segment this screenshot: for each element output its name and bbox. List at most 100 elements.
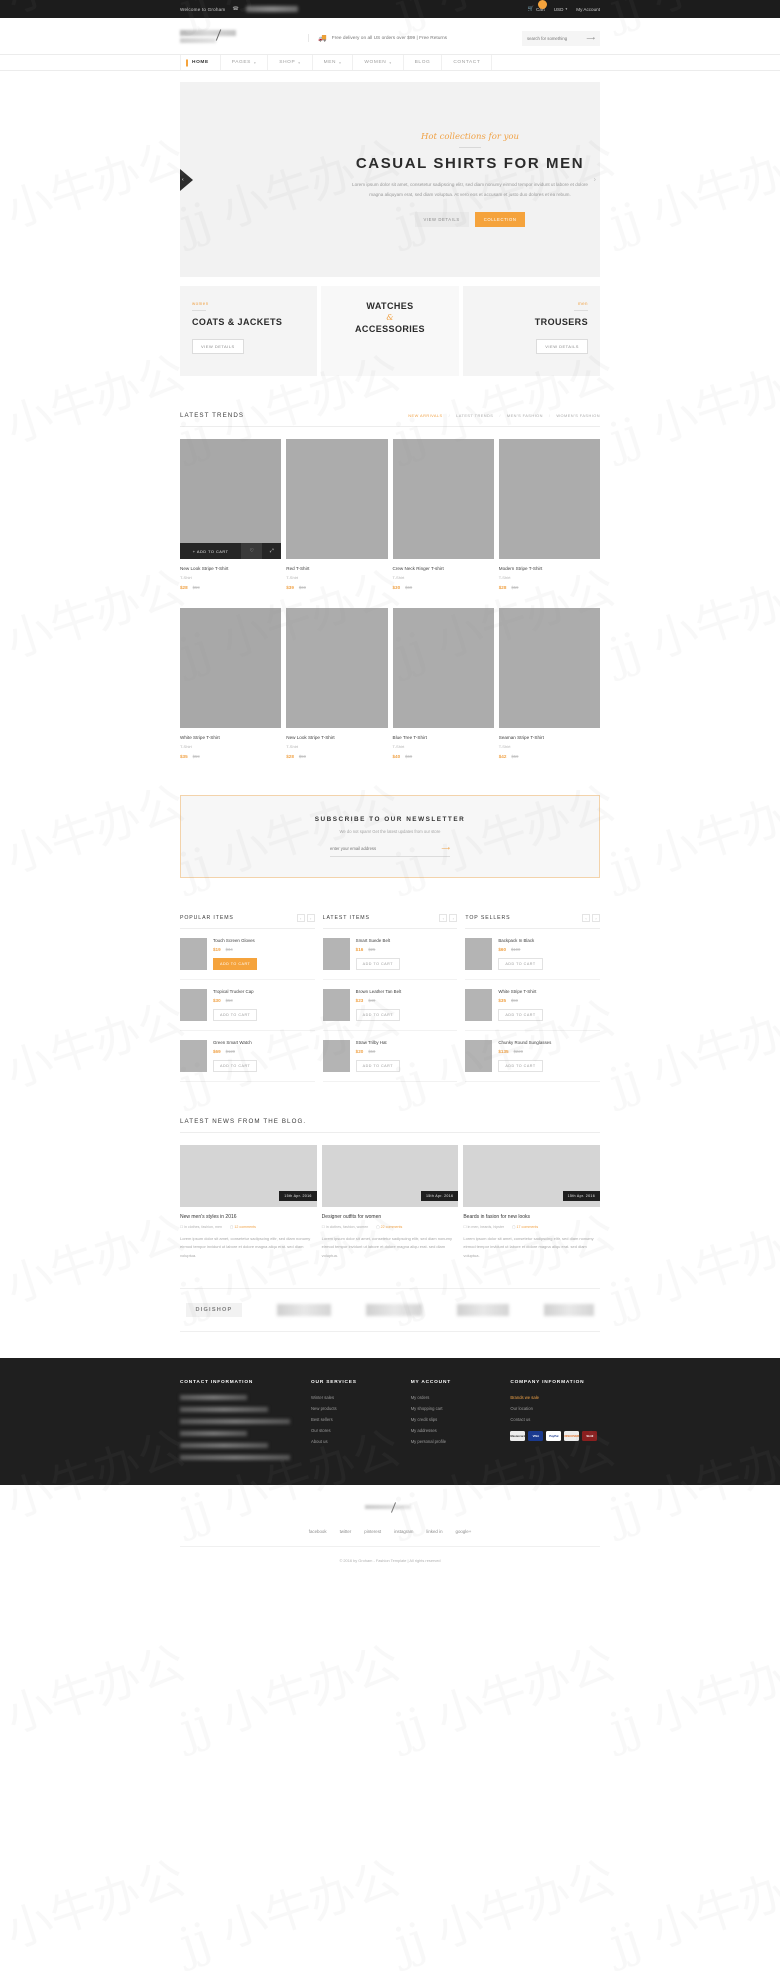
product-name[interactable]: Red T-Shirt [286,566,387,571]
blog-post-title[interactable]: New men's styles in 2016 [180,1214,317,1220]
heart-icon[interactable]: ♡ [241,543,262,559]
brand-logo[interactable] [366,1304,422,1317]
list-item-image[interactable] [465,989,493,1021]
nav-item-men[interactable]: MEN ▾ [313,55,354,70]
list-item-image[interactable] [465,1040,493,1072]
list-item-name[interactable]: Brown Leather Tan Belt [356,989,458,994]
product-card[interactable]: Blue Tree T-Shirt T-Shirt $40 $69 [392,608,494,759]
list-item-name[interactable]: Straw Trilby Hat [356,1040,458,1045]
blog-post-title[interactable]: Designer outfits for women [322,1214,459,1220]
social-link-instagram[interactable]: instagram [394,1529,413,1534]
list-item[interactable]: Brown Leather Tan Belt $23 $40 ADD TO CA… [322,980,458,1031]
list-item-image[interactable] [180,938,207,970]
brand-logo[interactable] [277,1304,331,1317]
list-item-name[interactable]: Smart Suede Belt [356,938,458,943]
search-input[interactable] [527,35,585,41]
newsletter-email-input[interactable] [330,846,425,851]
list-prev-button[interactable]: ‹ [582,914,591,922]
add-to-cart-button[interactable]: ADD TO CART [355,1009,400,1021]
list-item-image[interactable] [465,938,493,970]
brand-logo[interactable] [544,1304,594,1317]
footer-link[interactable]: Brands we sale [510,1395,600,1400]
my-account-link[interactable]: My Account [576,7,600,12]
product-image[interactable] [180,608,282,728]
list-item-name[interactable]: Chunky Round Sunglasses [498,1040,600,1045]
list-item[interactable]: Backpack In Black $60 $100 ADD TO CART [465,929,601,980]
list-prev-button[interactable]: ‹ [439,914,448,922]
blog-post[interactable]: 15th Apr. 2016 Designer outfits for wome… [321,1145,459,1260]
hero-collection-button[interactable]: COLLECTION [474,211,526,227]
footer-link[interactable]: My shopping cart [411,1406,501,1411]
nav-item-pages[interactable]: PAGES ▾ [221,55,269,70]
social-link-pinterest[interactable]: pinterest [364,1529,381,1534]
nav-item-home[interactable]: HOME [180,55,221,70]
category-promo-coats[interactable]: women COATS & JACKETS VIEW DETAILS [180,286,318,376]
footer-logo[interactable] [365,1502,415,1515]
list-item[interactable]: White Stripe T-Shirt $35 $59 ADD TO CART [465,980,601,1031]
add-to-cart-button[interactable]: + ADD TO CART [180,549,241,554]
list-item-name[interactable]: Green Smart Watch [213,1040,315,1045]
hero-view-details-button[interactable]: VIEW DETAILS [414,211,469,227]
product-card[interactable]: + ADD TO CART ♡ ⤢ New Look Stripe T-Shir… [180,439,282,590]
footer-link[interactable]: Best sellers [311,1417,401,1422]
cart-link[interactable]: 🛒 Cart [528,0,547,12]
category-promo-trousers[interactable]: men TROUSERS VIEW DETAILS [462,286,600,376]
product-name[interactable]: Seaman Stripe T-Shirt [499,735,600,740]
blog-post-title[interactable]: Beards in fasion for new looks [463,1214,600,1220]
list-item-name[interactable]: White Stripe T-Shirt [498,989,600,994]
list-item-image[interactable] [180,989,207,1021]
site-logo[interactable] [180,29,242,46]
add-to-cart-button[interactable]: ADD TO CART [213,1009,258,1021]
footer-link[interactable]: Our stores [311,1428,401,1433]
nav-item-blog[interactable]: BLOG [404,55,443,70]
blog-post[interactable]: 15th Apr. 2016 New men's styles in 2016 … [180,1145,317,1260]
list-item[interactable]: Chunky Round Sunglasses $135 $220 ADD TO… [465,1031,601,1082]
footer-link[interactable]: New products [311,1406,401,1411]
product-image[interactable] [392,608,494,728]
blog-post[interactable]: 15th Apr. 2016 Beards in fasion for new … [463,1145,601,1260]
nav-item-women[interactable]: WOMEN ▾ [353,55,404,70]
footer-link[interactable]: My credit slips [411,1417,501,1422]
nav-item-shop[interactable]: SHOP ▾ [268,55,313,70]
blog-post-image[interactable]: 15th Apr. 2016 [463,1145,601,1207]
list-item[interactable]: Straw Trilby Hat $20 $50 ADD TO CART [322,1031,458,1082]
newsletter-form[interactable]: ⟶ [330,845,450,857]
blog-post-image[interactable]: 15th Apr. 2016 [321,1145,459,1207]
list-item[interactable]: Tropical Trucker Cap $30 $50 ADD TO CART [180,980,315,1031]
category-view-details-button[interactable]: VIEW DETAILS [536,339,588,354]
social-link-facebook[interactable]: facebook [309,1529,327,1534]
list-item[interactable]: Smart Suede Belt $16 $25 ADD TO CART [322,929,458,980]
newsletter-submit-icon[interactable]: ⟶ [441,845,450,852]
product-card[interactable]: New Look Stripe T-Shirt T-Shirt $28 $59 [286,608,388,759]
list-next-button[interactable]: › [306,914,315,922]
product-name[interactable]: Crew Neck Ringer T-shirt [393,566,494,571]
list-prev-button[interactable]: ‹ [296,914,305,922]
product-name[interactable]: Modern Stripe T-Shirt [499,566,600,571]
brand-logo-digishop[interactable]: DIGISHOP [186,1303,242,1318]
product-image[interactable] [286,608,388,728]
product-card[interactable]: Red T-Shirt T-Shirt $39 $69 [286,439,388,590]
list-item-image[interactable] [322,938,350,970]
footer-link[interactable]: My personal profile [411,1439,501,1444]
footer-link[interactable]: My addresses [411,1428,501,1433]
filter-latest-trends[interactable]: LATEST TRENDS [456,413,493,418]
footer-link[interactable]: Our location [510,1406,600,1411]
product-name[interactable]: Blue Tree T-Shirt [393,735,494,740]
list-item-image[interactable] [322,1040,350,1072]
product-image[interactable] [498,608,600,728]
filter-new-arrivals[interactable]: NEW ARRIVALS [408,413,442,418]
product-card[interactable]: Modern Stripe T-Shirt T-Shirt $28 $59 [498,439,600,590]
hero-next-button[interactable]: › [594,176,596,183]
list-item-image[interactable] [322,989,350,1021]
list-item-name[interactable]: Touch Screen Gloves [213,938,315,943]
add-to-cart-button[interactable]: ADD TO CART [498,1009,543,1021]
search-submit-icon[interactable]: ⟶ [586,35,595,42]
category-view-details-button[interactable]: VIEW DETAILS [192,339,244,354]
footer-link[interactable]: About us [311,1439,401,1444]
product-image[interactable] [286,439,388,559]
list-next-button[interactable]: › [592,914,601,922]
add-to-cart-button[interactable]: ADD TO CART [355,1060,400,1072]
list-item-image[interactable] [180,1040,207,1072]
list-next-button[interactable]: › [449,914,458,922]
social-link-linkedin[interactable]: linked in [426,1529,442,1534]
